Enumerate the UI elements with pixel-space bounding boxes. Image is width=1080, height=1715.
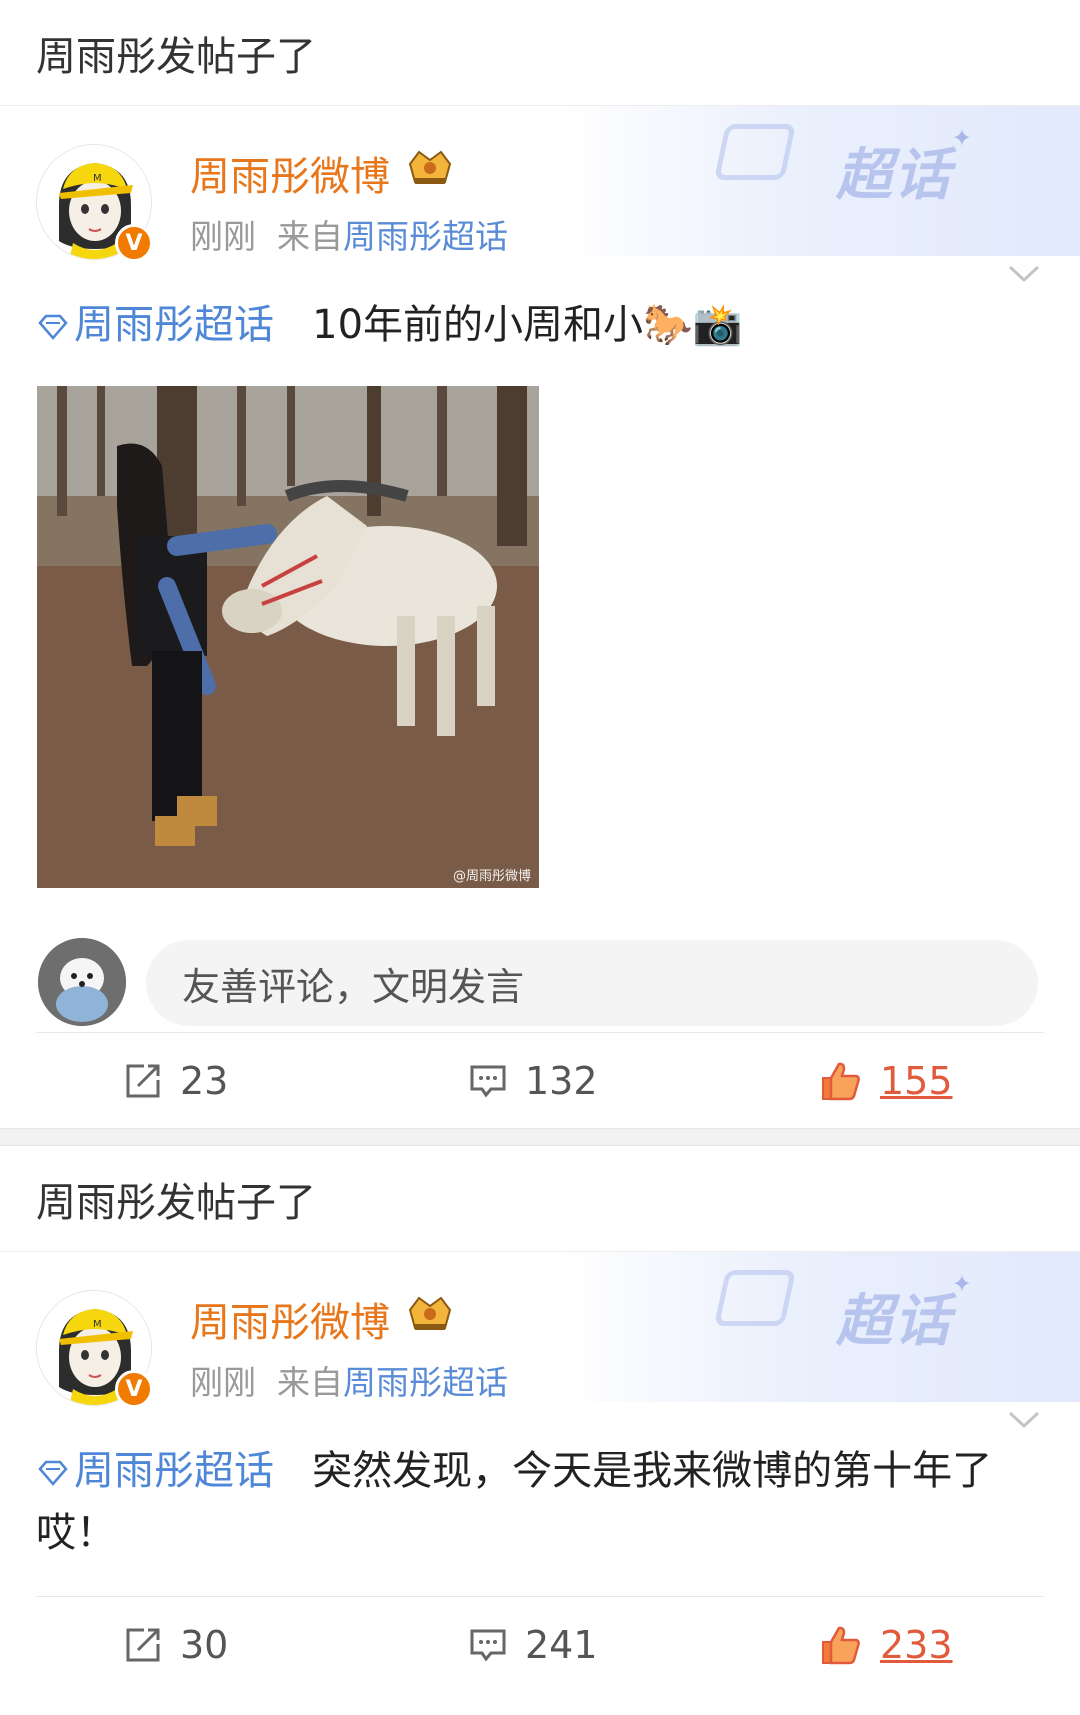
thumbs-up-icon (822, 1626, 860, 1665)
comment-icon (470, 1065, 506, 1098)
comment-count: 241 (525, 1623, 598, 1667)
post-source-link[interactable]: 周雨彤超话 (343, 217, 508, 256)
svg-text:M: M (93, 1319, 102, 1330)
post-card[interactable]: 超话 ✦ M V 周雨彤微博 (0, 1252, 1080, 1692)
expand-menu-button[interactable] (1004, 1400, 1044, 1440)
post-photo[interactable]: @周雨彤微博 (37, 386, 539, 888)
comment-button[interactable]: 132 (469, 1033, 598, 1128)
section-title: 周雨彤发帖子了 (36, 1179, 316, 1226)
comment-row: 友善评论，文明发言 (0, 902, 1080, 1032)
comment-input[interactable]: 友善评论，文明发言 (146, 940, 1038, 1026)
post-header: M V 周雨彤微博 刚刚 来自周雨彤超话 (0, 1252, 1080, 1408)
like-button[interactable]: 155 (820, 1033, 953, 1128)
repost-count: 23 (180, 1059, 229, 1103)
svg-text:M: M (93, 173, 102, 184)
section-title: 周雨彤发帖子了 (36, 33, 316, 80)
from-label: 来自 (276, 217, 343, 256)
like-count: 155 (880, 1059, 953, 1103)
expand-menu-button[interactable] (1004, 254, 1044, 294)
crown-icon (405, 146, 455, 192)
like-button[interactable]: 233 (820, 1597, 953, 1692)
comment-icon (470, 1629, 506, 1662)
topic-link[interactable]: 周雨彤超话 (36, 302, 287, 348)
comment-count: 132 (525, 1059, 598, 1103)
like-count: 233 (880, 1623, 953, 1667)
thumbs-up-icon (822, 1062, 860, 1101)
from-label: 来自 (276, 1363, 343, 1402)
feed-page: 周雨彤发帖子了 超话 ✦ M V 周雨彤微博 刚刚 来自周雨彤超话 周雨彤超话 … (0, 0, 1080, 1715)
chevron-down-icon (1008, 265, 1040, 283)
repost-icon (126, 1064, 160, 1098)
repost-button[interactable]: 30 (124, 1597, 228, 1692)
post-body: 周雨彤超话 10年前的小周和小🐎📸 (0, 256, 1080, 356)
verified-badge-icon: V (115, 224, 153, 262)
post-time: 刚刚 (190, 217, 256, 256)
verified-badge-icon: V (115, 1370, 153, 1408)
topic-label: 周雨彤超话 (74, 1448, 274, 1494)
repost-icon (126, 1628, 160, 1662)
comment-button[interactable]: 241 (469, 1597, 598, 1692)
post-body: 周雨彤超话 突然发现，今天是我来微博的第十年了哎！ (0, 1402, 1080, 1564)
user-name[interactable]: 周雨彤微博 (190, 144, 390, 202)
chevron-down-icon (1008, 1411, 1040, 1429)
section-header: 周雨彤发帖子了 (0, 1146, 1080, 1252)
topic-label: 周雨彤超话 (74, 302, 274, 348)
topic-link[interactable]: 周雨彤超话 (36, 1448, 287, 1494)
post-text: 10年前的小周和小🐎📸 (312, 302, 743, 348)
post-meta: 刚刚 来自周雨彤超话 (190, 1356, 508, 1404)
post-meta: 刚刚 来自周雨彤超话 (190, 210, 508, 258)
diamond-icon (38, 314, 68, 340)
post-source-link[interactable]: 周雨彤超话 (343, 1363, 508, 1402)
post-time: 刚刚 (190, 1363, 256, 1402)
repost-count: 30 (180, 1623, 229, 1667)
action-bar: 30 241 233 (36, 1596, 1044, 1692)
post-card[interactable]: 超话 ✦ M V 周雨彤微博 (0, 106, 1080, 1128)
user-name[interactable]: 周雨彤微博 (190, 1290, 390, 1348)
my-avatar[interactable] (38, 938, 126, 1026)
photo-watermark: @周雨彤微博 (452, 869, 531, 884)
feed-separator (0, 1128, 1080, 1146)
section-header: 周雨彤发帖子了 (0, 0, 1080, 106)
action-bar: 23 132 155 (36, 1032, 1044, 1128)
crown-icon (405, 1292, 455, 1338)
diamond-icon (38, 1460, 68, 1486)
post-header: M V 周雨彤微博 刚刚 来自周雨彤超话 (0, 106, 1080, 262)
repost-button[interactable]: 23 (124, 1033, 228, 1128)
